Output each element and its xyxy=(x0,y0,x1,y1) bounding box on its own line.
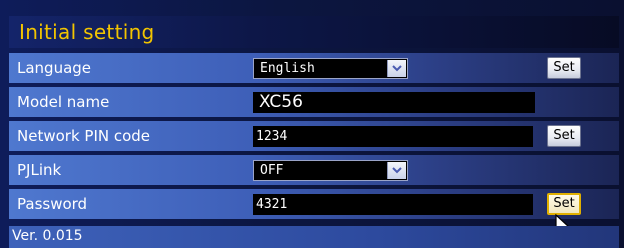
page-title: Initial setting xyxy=(19,20,155,44)
title-bar: Initial setting xyxy=(9,16,619,48)
pjlink-label: PJLink xyxy=(17,161,62,179)
version-text: Ver. 0.015 xyxy=(12,228,83,244)
network-pin-row: Network PIN code 1234 Set xyxy=(9,121,619,151)
initial-setting-panel: Initial setting Language English Set Mod… xyxy=(0,0,624,248)
language-label: Language xyxy=(17,59,92,77)
password-set-button[interactable]: Set xyxy=(547,193,581,215)
pjlink-select[interactable]: OFF xyxy=(253,160,408,181)
network-pin-field[interactable]: 1234 xyxy=(253,126,533,147)
password-label: Password xyxy=(17,195,88,213)
language-select-value: English xyxy=(260,61,315,76)
model-name-value: XC56 xyxy=(253,92,535,113)
chevron-down-icon[interactable] xyxy=(387,162,406,179)
pjlink-select-value: OFF xyxy=(260,163,284,178)
network-pin-label: Network PIN code xyxy=(17,127,151,145)
password-field[interactable]: 4321 xyxy=(253,194,533,215)
model-name-row: Model name XC56 xyxy=(9,87,619,117)
language-set-button[interactable]: Set xyxy=(547,57,581,79)
model-name-label: Model name xyxy=(17,93,110,111)
language-select[interactable]: English xyxy=(253,58,408,79)
network-pin-set-button[interactable]: Set xyxy=(547,125,581,147)
version-bar: Ver. 0.015 xyxy=(9,226,619,248)
chevron-down-icon[interactable] xyxy=(387,60,406,77)
language-row: Language English Set xyxy=(9,53,619,83)
password-row: Password 4321 Set xyxy=(9,189,619,219)
pjlink-row: PJLink OFF xyxy=(9,155,619,185)
